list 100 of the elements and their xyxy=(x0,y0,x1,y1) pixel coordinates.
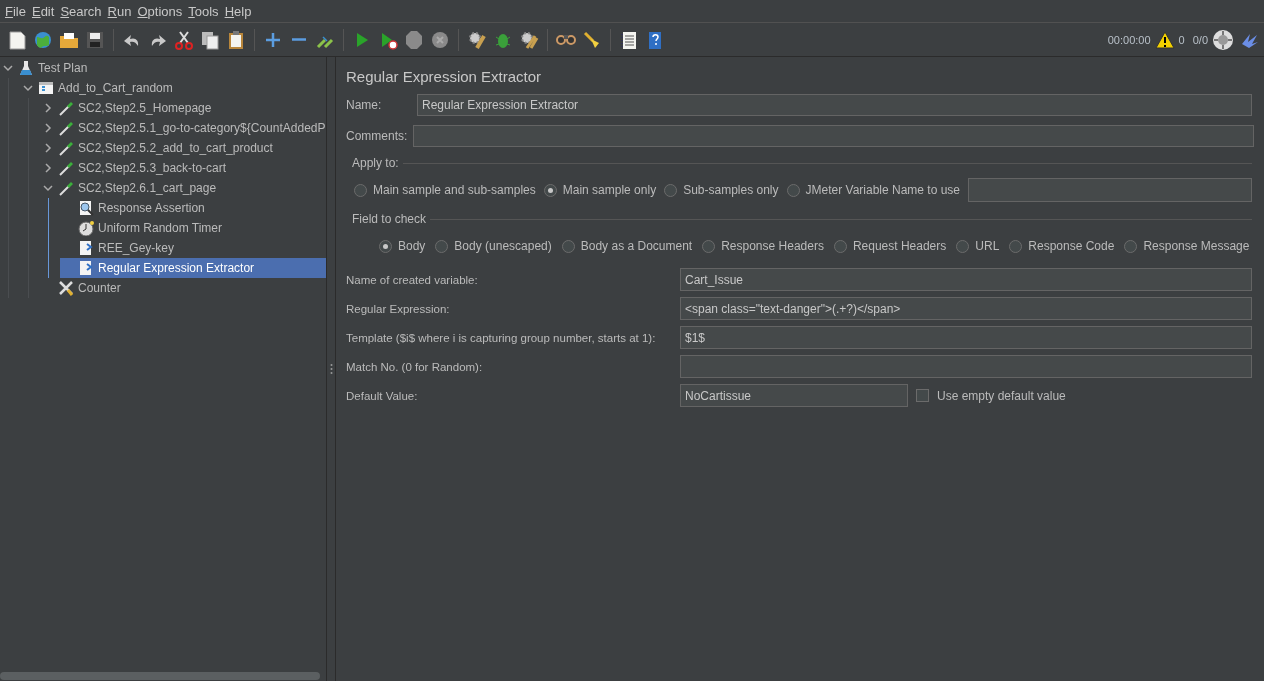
tree-node-label[interactable]: Add_to_Cart_random xyxy=(58,81,173,95)
radio-button[interactable] xyxy=(1124,239,1138,253)
chevron-down-icon[interactable] xyxy=(23,83,33,93)
radio-option[interactable]: JMeter Variable Name to use xyxy=(786,183,961,197)
radio-button[interactable] xyxy=(786,183,800,197)
radio-button[interactable] xyxy=(435,239,449,253)
group-legend: Apply to: xyxy=(352,156,399,170)
tree-node-label[interactable]: Response Assertion xyxy=(98,201,205,215)
tree-node-label[interactable]: Test Plan xyxy=(38,61,88,75)
shutdown-button[interactable] xyxy=(430,29,450,50)
shutdown-icon xyxy=(430,29,450,50)
elapsed-time: 00:00:00 xyxy=(1107,33,1151,46)
group-legend: Field to check xyxy=(352,212,427,226)
scissors-button[interactable] xyxy=(174,29,194,50)
chevron-right-icon[interactable] xyxy=(43,103,53,113)
radio-button[interactable] xyxy=(956,239,970,253)
globe-icon xyxy=(33,29,53,50)
radio-button[interactable] xyxy=(354,183,367,197)
chevron-right-icon[interactable] xyxy=(43,123,53,133)
menu-item[interactable]: Options xyxy=(134,3,186,19)
gear-broom-button[interactable] xyxy=(519,29,539,50)
setting-field[interactable]: Cart_Issue xyxy=(680,268,1252,291)
tree-node-label[interactable]: Uniform Random Timer xyxy=(98,221,223,235)
radio-button[interactable] xyxy=(833,239,847,253)
tree-node-label[interactable]: Regular Expression Extractor xyxy=(98,261,255,275)
list-icon xyxy=(619,29,639,50)
new-file-icon xyxy=(7,29,27,50)
chevron-down-icon[interactable] xyxy=(3,63,13,73)
menu-item[interactable]: Search xyxy=(57,3,105,19)
tree-node-label[interactable]: SC2,Step2.5.3_back-to-cart xyxy=(78,161,227,175)
radio-option[interactable]: Main sample and sub-samples xyxy=(354,183,536,197)
radio-button[interactable] xyxy=(561,239,575,253)
radio-option[interactable]: Body as a Document xyxy=(561,239,693,253)
menu-item[interactable]: Help xyxy=(221,3,255,19)
thread-count: 0/0 xyxy=(1192,33,1208,46)
chevron-right-icon[interactable] xyxy=(43,143,53,153)
radio-option[interactable]: Main sample only xyxy=(543,183,657,197)
panel-title: Regular Expression Extractor xyxy=(346,68,543,85)
menu-item[interactable]: File xyxy=(2,3,29,19)
tree-node-label[interactable]: SC2,Step2.5.2_add_to_cart_product xyxy=(78,141,273,155)
setting-label: Default Value: xyxy=(346,389,419,402)
floppy-disk-button[interactable] xyxy=(85,29,105,50)
radio-option[interactable]: Response Message xyxy=(1124,239,1250,253)
globe-button[interactable] xyxy=(33,29,53,50)
horizontal-scrollbar[interactable] xyxy=(0,672,320,680)
tree-node-label[interactable]: REE_Gey-key xyxy=(98,241,175,255)
copy-icon xyxy=(200,29,220,50)
gear-broom-icon xyxy=(467,29,487,50)
radio-option[interactable]: Body xyxy=(379,239,426,253)
chevron-right-icon[interactable] xyxy=(43,163,53,173)
checkbox-label[interactable]: Use empty default value xyxy=(937,388,1066,403)
tree-node-label[interactable]: Counter xyxy=(78,281,121,295)
broom-button[interactable] xyxy=(582,29,602,50)
warning-icon[interactable] xyxy=(1154,30,1175,49)
radio-button[interactable] xyxy=(379,239,392,253)
splitter-handle-icon[interactable] xyxy=(329,363,333,375)
radio-button[interactable] xyxy=(543,183,557,197)
clipboard-icon xyxy=(226,29,246,50)
comments-field[interactable] xyxy=(413,125,1254,147)
radio-option[interactable]: Sub-samples only xyxy=(664,183,779,197)
copy-button[interactable] xyxy=(200,29,220,50)
radio-button[interactable] xyxy=(1009,239,1023,253)
flask-icon xyxy=(18,60,34,76)
radio-option[interactable]: Body (unescaped) xyxy=(435,239,552,253)
chevron-down-icon[interactable] xyxy=(43,183,53,193)
radio-option[interactable]: Request Headers xyxy=(833,239,947,253)
setting-label: Name of created variable: xyxy=(346,273,479,286)
remote-status-icon[interactable] xyxy=(1212,28,1234,51)
menu-item[interactable]: Edit xyxy=(28,3,58,19)
default-value-field[interactable]: NoCartissue xyxy=(680,384,908,407)
name-field[interactable]: Regular Expression Extractor xyxy=(417,94,1252,116)
variable-name-field[interactable] xyxy=(968,178,1252,202)
tree-node-label[interactable]: SC2,Step2.5_Homepage xyxy=(78,101,212,115)
setting-field[interactable]: <span class="text-danger">(.+?)</span> xyxy=(680,297,1252,320)
minus-icon xyxy=(292,38,306,41)
stop-icon xyxy=(404,29,424,50)
radio-option[interactable]: URL xyxy=(956,239,1000,253)
setting-field[interactable] xyxy=(680,355,1252,378)
gear-broom-button[interactable] xyxy=(467,29,487,50)
warning-count: 0 xyxy=(1178,33,1185,46)
tree-node-label[interactable]: SC2,Step2.5.1_go-to-category${CountAddedP xyxy=(78,121,326,135)
binoculars-icon xyxy=(556,33,576,46)
checkbox[interactable] xyxy=(916,389,929,402)
clipboard-button[interactable] xyxy=(226,29,246,50)
tree-node-label[interactable]: SC2,Step2.6.1_cart_page xyxy=(78,181,217,195)
setting-label: Template ($i$ where i is capturing group number, starts at 1): xyxy=(346,331,657,344)
radio-option[interactable]: Response Code xyxy=(1009,239,1115,253)
new-file-button[interactable] xyxy=(7,29,27,50)
menu-item[interactable]: Run xyxy=(104,3,135,19)
selected-tree-row[interactable]: Regular Expression Extractor xyxy=(60,258,326,278)
setting-field[interactable]: $1$ xyxy=(680,326,1252,349)
setting-label: Match No. (0 for Random): xyxy=(346,360,484,373)
stop-button[interactable] xyxy=(404,29,424,50)
menu-item[interactable]: Tools xyxy=(185,3,222,19)
list-button[interactable] xyxy=(619,29,639,50)
name-label: Name: xyxy=(346,98,383,112)
radio-option[interactable]: Response Headers xyxy=(702,239,824,253)
broom-icon xyxy=(582,29,602,50)
radio-button[interactable] xyxy=(664,183,678,197)
radio-button[interactable] xyxy=(702,239,716,253)
